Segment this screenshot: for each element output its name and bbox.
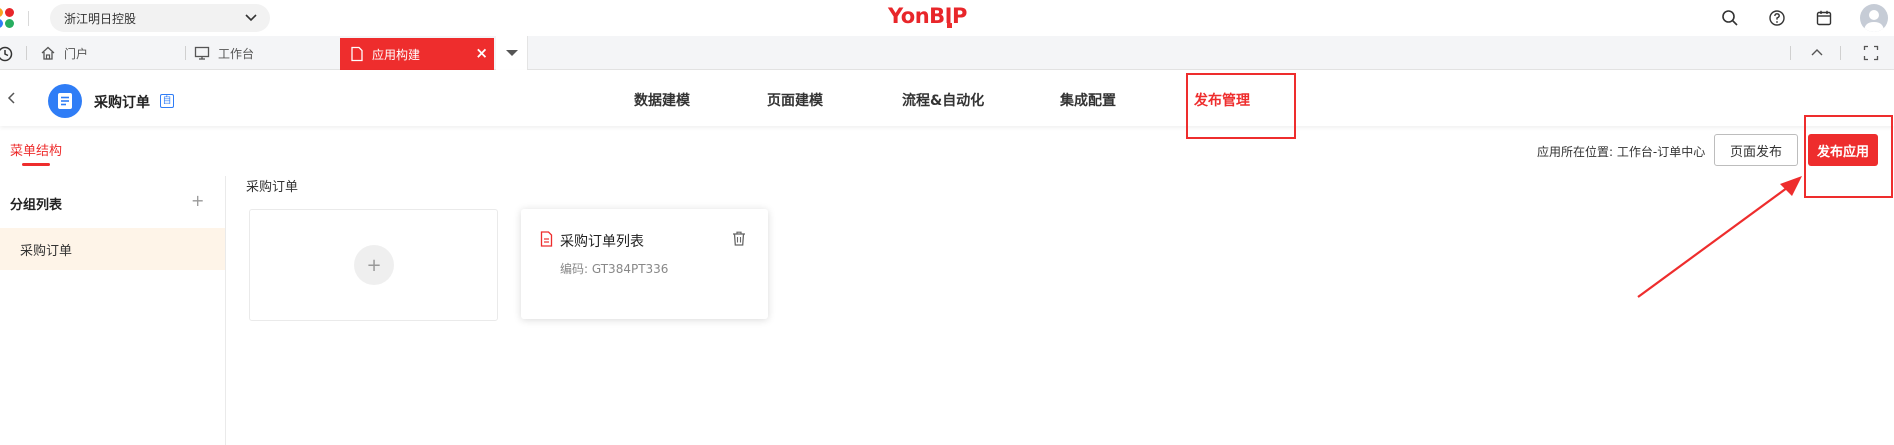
close-icon[interactable]: × [475, 44, 488, 62]
annotation-arrow [1637, 176, 1802, 298]
tab-app-build-label: 应用构建 [372, 47, 421, 62]
calendar-icon[interactable] [1815, 9, 1833, 27]
history-icon[interactable] [0, 45, 14, 63]
avatar[interactable] [1860, 4, 1888, 32]
tab-divider [1790, 46, 1791, 60]
tab-bar: 门户 工作台 应用构建 × [0, 36, 1894, 70]
chevron-up-icon[interactable] [1810, 46, 1824, 60]
app-type-badge: 自 [160, 94, 174, 108]
tab-menu-structure[interactable]: 菜单结构 [10, 140, 62, 159]
app-launcher-icon[interactable] [0, 8, 20, 30]
app-header: 采购订单 自 数据建模 页面建模 流程&自动化 集成配置 发布管理 [0, 70, 1894, 126]
indicator-dot [947, 23, 952, 28]
group-list-title: 分组列表 [10, 198, 63, 213]
tab-divider [185, 46, 186, 60]
document-icon [540, 231, 553, 247]
tab-workbench-label: 工作台 [218, 46, 255, 61]
add-group-icon[interactable]: + [191, 191, 204, 210]
add-page-icon[interactable]: + [354, 245, 394, 285]
nav-page-modeling[interactable]: 页面建模 [767, 90, 823, 110]
tab-portal-label: 门户 [64, 46, 89, 61]
document-icon [351, 46, 363, 62]
group-item-purchase-order[interactable]: 采购订单 [0, 228, 225, 270]
divider [28, 11, 29, 26]
form-icon [58, 93, 72, 109]
caret-down-icon [506, 50, 518, 56]
page-card-code: 编码: GT384PT336 [560, 262, 669, 276]
fullscreen-icon[interactable] [1863, 45, 1879, 61]
org-select[interactable]: 浙江明日控股 [50, 4, 270, 32]
tab-divider [1840, 46, 1841, 60]
chevron-down-icon [245, 14, 257, 22]
app-icon [48, 84, 82, 118]
app-title: 采购订单 [94, 95, 150, 111]
tab-overflow-button[interactable] [496, 36, 528, 70]
highlight-box-publish-nav [1186, 73, 1296, 139]
monitor-icon [194, 46, 210, 60]
back-icon[interactable] [6, 91, 18, 105]
app-location-text: 应用所在位置: 工作台-订单中心 [1537, 145, 1706, 159]
tab-divider [26, 46, 27, 60]
top-bar: 浙江明日控股 YonBIP [0, 0, 1894, 36]
nav-process-automation[interactable]: 流程&自动化 [902, 90, 984, 110]
brand-logo: YonBIP [888, 4, 967, 28]
active-tab-underline [22, 163, 50, 166]
group-list-panel [0, 176, 226, 445]
home-icon [41, 46, 55, 60]
tab-workbench[interactable]: 工作台 [194, 36, 254, 70]
publish-app-button[interactable]: 发布应用 [1808, 134, 1878, 166]
nav-data-modeling[interactable]: 数据建模 [634, 90, 690, 110]
page-publish-button[interactable]: 页面发布 [1714, 134, 1798, 166]
tab-app-build[interactable]: 应用构建 × [340, 38, 494, 70]
section-title: 采购订单 [246, 180, 299, 195]
tab-portal[interactable]: 门户 [40, 36, 88, 70]
trash-icon[interactable] [732, 231, 746, 246]
group-item-label: 采购订单 [20, 243, 73, 259]
user-icon [1864, 10, 1884, 32]
help-icon[interactable] [1768, 9, 1786, 27]
nav-integration-config[interactable]: 集成配置 [1060, 90, 1116, 110]
org-select-label: 浙江明日控股 [64, 11, 137, 26]
page-card-title: 采购订单列表 [560, 234, 644, 250]
search-icon[interactable] [1721, 9, 1739, 27]
